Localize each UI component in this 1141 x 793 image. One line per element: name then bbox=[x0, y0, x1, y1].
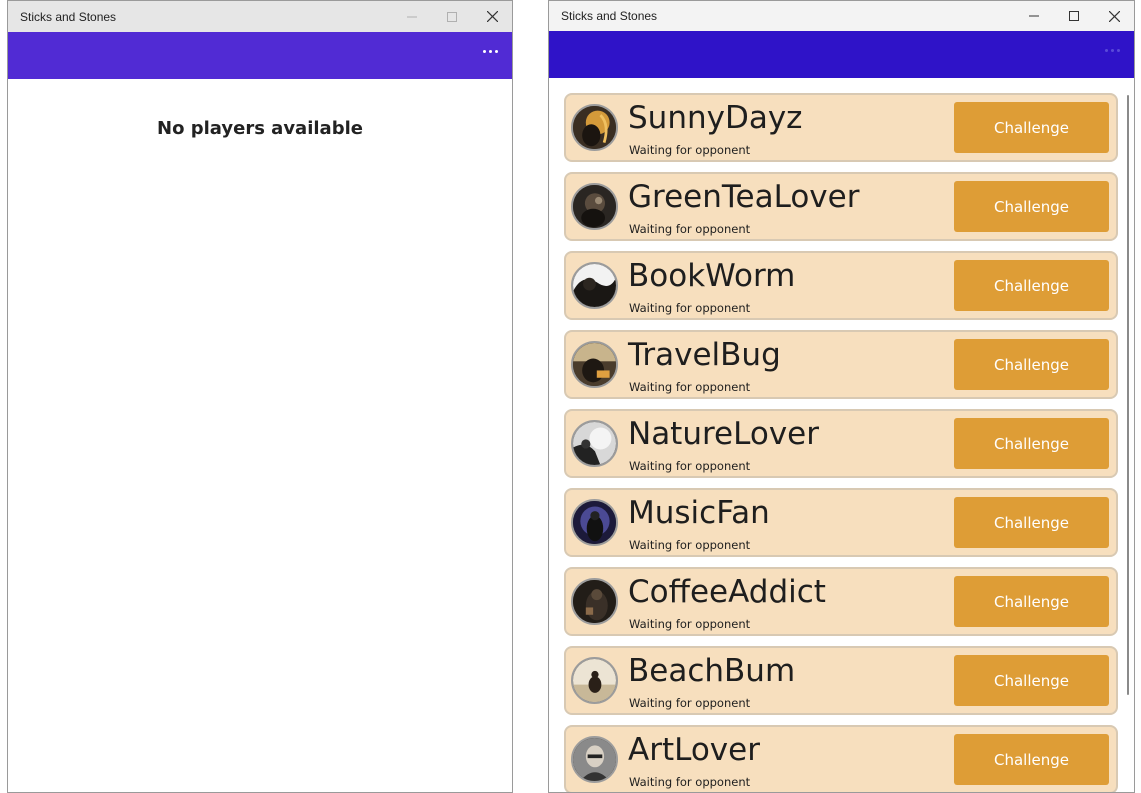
title-bar[interactable]: Sticks and Stones bbox=[8, 1, 512, 32]
challenge-button[interactable]: Challenge bbox=[954, 576, 1109, 627]
player-status: Waiting for opponent bbox=[629, 696, 751, 710]
title-bar[interactable]: Sticks and Stones bbox=[549, 1, 1134, 31]
player-name: BookWorm bbox=[628, 258, 796, 294]
player-name: TravelBug bbox=[628, 337, 781, 373]
challenge-button[interactable]: Challenge bbox=[954, 181, 1109, 232]
player-avatar bbox=[571, 420, 618, 467]
player-card: MusicFan Waiting for opponent Challenge bbox=[564, 488, 1118, 557]
minimize-icon bbox=[1029, 11, 1039, 21]
empty-players-message: No players available bbox=[157, 118, 363, 139]
challenge-button[interactable]: Challenge bbox=[954, 102, 1109, 153]
maximize-icon bbox=[1069, 11, 1079, 21]
challenge-button[interactable]: Challenge bbox=[954, 497, 1109, 548]
player-card: ArtLover Waiting for opponent Challenge bbox=[564, 725, 1118, 792]
player-status: Waiting for opponent bbox=[629, 222, 751, 236]
player-name: SunnyDayz bbox=[628, 100, 803, 136]
left-app-window: Sticks and Stones No players available bbox=[7, 0, 513, 793]
player-status: Waiting for opponent bbox=[629, 617, 751, 631]
challenge-button[interactable]: Challenge bbox=[954, 734, 1109, 785]
list-scrollbar[interactable] bbox=[1127, 95, 1129, 695]
challenge-button[interactable]: Challenge bbox=[954, 418, 1109, 469]
player-avatar bbox=[571, 657, 618, 704]
player-avatar bbox=[571, 736, 618, 783]
player-status: Waiting for opponent bbox=[629, 301, 751, 315]
player-status: Waiting for opponent bbox=[629, 538, 751, 552]
player-avatar bbox=[571, 578, 618, 625]
player-name: CoffeeAddict bbox=[628, 574, 826, 610]
player-status: Waiting for opponent bbox=[629, 775, 751, 789]
player-avatar bbox=[571, 341, 618, 388]
player-avatar bbox=[571, 104, 618, 151]
caption-buttons bbox=[1014, 1, 1134, 31]
player-card: BookWorm Waiting for opponent Challenge bbox=[564, 251, 1118, 320]
challenge-button[interactable]: Challenge bbox=[954, 260, 1109, 311]
player-name: GreenTeaLover bbox=[628, 179, 860, 215]
player-card: TravelBug Waiting for opponent Challenge bbox=[564, 330, 1118, 399]
close-icon bbox=[1108, 10, 1120, 22]
player-avatar bbox=[571, 499, 618, 546]
caption-buttons bbox=[392, 1, 512, 32]
close-button[interactable] bbox=[1094, 1, 1134, 31]
player-avatar bbox=[571, 262, 618, 309]
player-avatar bbox=[571, 183, 618, 230]
player-card: SunnyDayz Waiting for opponent Challenge bbox=[564, 93, 1118, 162]
right-app-window: Sticks and Stones SunnyDayz Waiting for … bbox=[548, 0, 1135, 793]
minimize-icon bbox=[407, 12, 417, 22]
player-name: MusicFan bbox=[628, 495, 770, 531]
player-card: CoffeeAddict Waiting for opponent Challe… bbox=[564, 567, 1118, 636]
player-name: ArtLover bbox=[628, 732, 760, 768]
more-options-icon[interactable] bbox=[483, 50, 498, 53]
player-name: BeachBum bbox=[628, 653, 796, 689]
player-status: Waiting for opponent bbox=[629, 143, 751, 157]
close-icon bbox=[486, 11, 498, 22]
close-button[interactable] bbox=[472, 1, 512, 32]
challenge-button[interactable]: Challenge bbox=[954, 655, 1109, 706]
player-name: NatureLover bbox=[628, 416, 819, 452]
maximize-button[interactable] bbox=[1054, 1, 1094, 31]
window-title: Sticks and Stones bbox=[20, 9, 117, 24]
player-card: NatureLover Waiting for opponent Challen… bbox=[564, 409, 1118, 478]
more-options-icon[interactable] bbox=[1105, 49, 1120, 52]
player-card: GreenTeaLover Waiting for opponent Chall… bbox=[564, 172, 1118, 241]
challenge-button[interactable]: Challenge bbox=[954, 339, 1109, 390]
window-title: Sticks and Stones bbox=[561, 9, 658, 23]
minimize-button[interactable] bbox=[392, 1, 432, 32]
maximize-button[interactable] bbox=[432, 1, 472, 32]
player-status: Waiting for opponent bbox=[629, 380, 751, 394]
player-card: BeachBum Waiting for opponent Challenge bbox=[564, 646, 1118, 715]
minimize-button[interactable] bbox=[1014, 1, 1054, 31]
maximize-icon bbox=[447, 11, 457, 22]
app-toolbar bbox=[549, 31, 1134, 78]
player-list: SunnyDayz Waiting for opponent Challenge… bbox=[564, 93, 1119, 792]
player-status: Waiting for opponent bbox=[629, 459, 751, 473]
app-toolbar bbox=[8, 32, 512, 79]
